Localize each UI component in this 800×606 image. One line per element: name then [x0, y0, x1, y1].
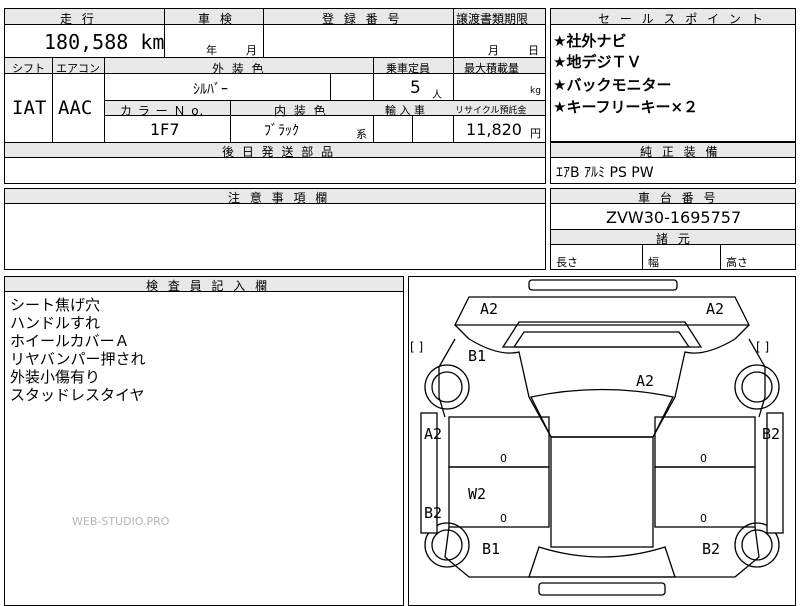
mark-right-front-door: B2	[762, 425, 781, 443]
transfer-day: 日	[528, 44, 539, 57]
recycle-fee-value: 11,820	[466, 120, 522, 139]
header-later-parts: 後 日 発 送 部 品	[222, 145, 336, 159]
shift-value: IAT	[12, 97, 47, 119]
mileage-value: 180,588 km	[44, 30, 165, 54]
header-mileage: 走 行	[60, 12, 97, 26]
spec-width: 幅	[648, 256, 659, 269]
sales-point-3: ★バックモニター	[553, 76, 672, 94]
bracket-left: [ ]	[410, 340, 424, 354]
sales-point-header: セ ー ル ス ポ イ ン ト	[598, 12, 766, 26]
exterior-color-value: ｼﾙﾊﾞｰ	[193, 82, 228, 98]
chassis-header: 車 台 番 号	[638, 191, 719, 205]
mark-left-front-door: A2	[424, 425, 443, 443]
header-max-load: 最大積載量	[464, 62, 519, 75]
chassis-number: ZVW30-1695757	[606, 208, 742, 227]
inspector-header: 検 査 員 記 入 欄	[146, 279, 271, 293]
bracket-right: [ ]	[756, 340, 770, 354]
watermark: WEB-STUDIO.PRO	[72, 515, 170, 528]
mark-front-left-fender: B1	[468, 347, 487, 365]
capacity-unit: 人	[432, 90, 442, 101]
equipment-value: ｴｱB ｱﾙﾐ PS PW	[556, 165, 654, 181]
door-zero-lr: 0	[500, 512, 507, 525]
mark-hood: A2	[636, 372, 655, 390]
color-no-value: 1F7	[150, 120, 180, 139]
mark-roof: W2	[468, 485, 487, 503]
door-zero-rr: 0	[700, 512, 707, 525]
car-outline-diagram	[420, 279, 784, 596]
transfer-month: 月	[488, 44, 499, 57]
inspection-month: 月	[246, 44, 257, 57]
mark-rear-left-fender: B1	[482, 540, 501, 558]
sales-point-2: ★地デジＴＶ	[553, 53, 642, 71]
header-aircon: エアコン	[56, 62, 100, 75]
equipment-header: 純 正 装 備	[640, 145, 721, 159]
header-shift: シフト	[12, 62, 45, 75]
spec-height: 高さ	[726, 256, 748, 269]
mark-rear-right-fender: B2	[702, 540, 721, 558]
header-recycle: リサイクル預託金	[455, 106, 527, 116]
interior-color-value: ﾌﾞﾗｯｸ	[264, 123, 299, 139]
mark-front-right-corner: A2	[706, 300, 725, 318]
sales-point-1: ★社外ナビ	[553, 32, 627, 50]
interior-suffix: 系	[356, 128, 367, 141]
spec-length: 長さ	[556, 256, 578, 269]
specs-header: 諸 元	[656, 232, 693, 246]
aircon-value: AAC	[58, 97, 93, 119]
capacity-value: 5	[410, 78, 421, 98]
header-exterior-color: 外 装 色	[212, 62, 266, 76]
inspector-line-6: スタッドレスタイヤ	[10, 386, 145, 404]
notes-header: 注 意 事 項 欄	[228, 191, 331, 205]
load-unit: kg	[530, 86, 541, 96]
header-registration: 登 録 番 号	[322, 12, 403, 26]
header-transfer-deadline: 譲渡書類期限	[456, 12, 529, 26]
door-zero-rf: 0	[700, 452, 707, 465]
header-inspection: 車 検	[198, 12, 235, 26]
door-zero-lf: 0	[500, 452, 507, 465]
sales-point-4: ★キーフリーキー×２	[553, 98, 699, 116]
mark-left-rear-door: B2	[424, 504, 443, 522]
header-color-no: カ ラ ー Ｎ o.	[120, 104, 205, 118]
mark-front-left-corner: A2	[480, 300, 499, 318]
inspection-year: 年	[206, 44, 217, 57]
header-import: 輸 入 車	[385, 104, 425, 117]
recycle-fee-unit: 円	[530, 127, 541, 140]
header-interior-color: 内 装 色	[274, 104, 328, 118]
header-capacity: 乗車定員	[386, 62, 430, 75]
